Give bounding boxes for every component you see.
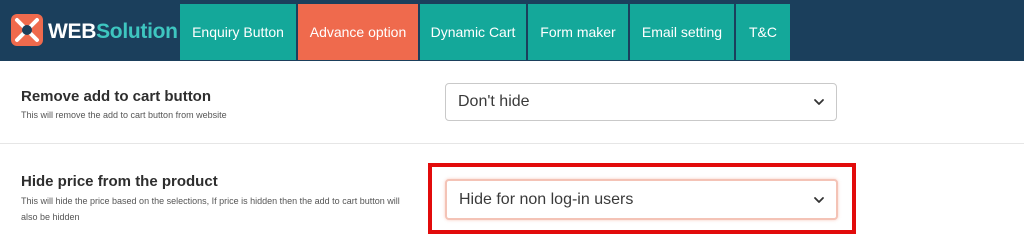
setting-row-remove-add-to-cart: Remove add to cart button This will remo… (0, 61, 1024, 144)
chevron-down-icon (814, 196, 824, 203)
selected-value: Hide for non log-in users (459, 190, 634, 208)
setting-label: Remove add to cart button (21, 88, 212, 105)
setting-description: This will hide the price based on the se… (21, 196, 400, 222)
tab-dynamic-cart[interactable]: Dynamic Cart (420, 4, 526, 60)
tab-enquiry-button[interactable]: Enquiry Button (180, 4, 296, 60)
tab-form-maker[interactable]: Form maker (528, 4, 628, 60)
tab-advance-option[interactable]: Advance option (298, 4, 418, 60)
setting-label: Hide price from the product (21, 173, 218, 190)
setting-description: This will remove the add to cart button … (21, 110, 227, 120)
websolution-logo-icon (11, 14, 43, 46)
top-navigation-bar: WEBSolution Enquiry Button Advance optio… (0, 0, 1024, 61)
brand-logo[interactable]: WEBSolution (0, 0, 178, 61)
brand-name: WEBSolution (48, 20, 178, 43)
setting-row-hide-price: Hide price from the product This will hi… (0, 144, 1024, 249)
chevron-down-icon (814, 99, 824, 105)
remove-add-to-cart-select[interactable]: Don't hide (445, 83, 837, 121)
hide-price-select[interactable]: Hide for non log-in users (445, 179, 838, 220)
tab-terms-and-conditions[interactable]: T&C (736, 4, 790, 60)
tab-email-setting[interactable]: Email setting (630, 4, 734, 60)
settings-tabs: Enquiry Button Advance option Dynamic Ca… (180, 4, 792, 60)
selected-value: Don't hide (458, 93, 530, 110)
